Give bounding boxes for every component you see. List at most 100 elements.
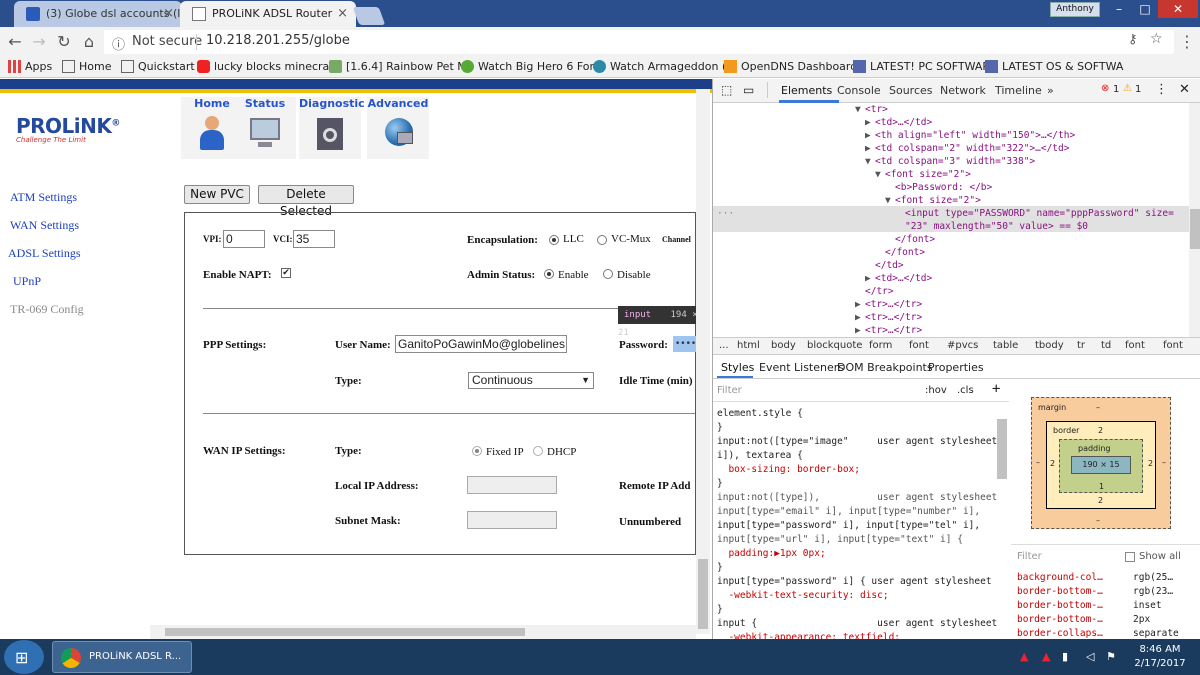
tab-console[interactable]: Console [837, 84, 881, 97]
page-horizontal-scroll-thumb[interactable] [165, 628, 525, 636]
clock[interactable]: 8:46 AM 2/17/2017 [1130, 643, 1190, 671]
css-declaration[interactable]: padding:▶1px 0px; [717, 547, 825, 560]
disclosure-triangle-icon[interactable]: ▶ [855, 324, 865, 337]
fixed-ip-radio[interactable] [472, 446, 482, 456]
tab-styles[interactable]: Styles [721, 361, 754, 374]
bookmark-os-software[interactable]: LATEST OS & SOFTWA [985, 59, 1123, 75]
dom-node-line[interactable]: </font> [885, 233, 935, 246]
close-icon[interactable]: ✕ [1179, 82, 1190, 97]
dom-node-line[interactable]: ▶ <tr>…</tr> [855, 298, 922, 311]
css-declaration[interactable]: box-sizing: border-box; [717, 463, 860, 476]
bookmark-rainbow-pet[interactable]: [1.6.4] Rainbow Pet M [329, 59, 467, 75]
ellipsis-icon[interactable]: ··· [717, 208, 734, 219]
close-window-button[interactable]: ✕ [1158, 0, 1198, 18]
bookmark-big-hero[interactable]: Watch Big Hero 6 For [461, 59, 594, 75]
cls-toggle[interactable]: .cls [957, 385, 974, 396]
tab-event-listeners[interactable]: Event Listeners [759, 361, 844, 374]
tray-icon[interactable]: ▲ [1020, 650, 1028, 663]
breadcrumb-item[interactable]: html [737, 340, 760, 351]
disable-radio[interactable] [603, 269, 613, 279]
computed-style-row[interactable]: background-col… rgb(25… [1017, 571, 1173, 584]
dom-node-line[interactable]: ▶ <td colspan="2" width="322">…</td> [865, 142, 1069, 155]
forward-icon[interactable]: → [28, 31, 50, 53]
dom-node-line[interactable]: ▶ <tr>…</tr> [855, 324, 922, 337]
disclosure-triangle-icon[interactable]: ▶ [865, 129, 875, 142]
user-profile-button[interactable]: Anthony [1050, 2, 1100, 17]
css-declaration[interactable]: -webkit-appearance: textfield; [717, 631, 900, 639]
breadcrumb-item[interactable]: td [1101, 340, 1111, 351]
tab-properties[interactable]: Properties [928, 361, 984, 374]
dom-node-line[interactable]: ▶ <td>…</td> [865, 272, 932, 285]
bookmark-pc-software[interactable]: LATEST! PC SOFTWAR [853, 59, 990, 75]
dom-node-line[interactable]: ▼ <td colspan="3" width="338"> [865, 155, 1035, 168]
minimize-button[interactable]: – [1106, 0, 1132, 18]
computed-style-row[interactable]: border-bottom-… 2px [1017, 613, 1150, 626]
elements-scroll-thumb[interactable] [1190, 209, 1200, 249]
nav-status[interactable]: Status [234, 97, 296, 159]
sidebar-item-atm-settings[interactable]: ATM Settings [10, 190, 77, 205]
tab-prolink-router[interactable]: PROLiNK ADSL Router × [180, 1, 356, 27]
page-vertical-scroll-thumb[interactable] [698, 559, 708, 629]
device-icon[interactable]: ▭ [743, 83, 754, 97]
computed-filter-input[interactable]: Filter [1017, 551, 1042, 562]
disclosure-triangle-icon[interactable]: ▶ [865, 142, 875, 155]
breadcrumb-item[interactable]: ... [719, 340, 729, 351]
dom-node-line[interactable]: ▼ <font size="2"> [875, 168, 971, 181]
breadcrumb-item[interactable]: table [993, 340, 1018, 351]
local-ip-input[interactable] [467, 476, 557, 494]
sidebar-item-adsl-settings[interactable]: ADSL Settings [8, 246, 81, 261]
nav-diagnostic[interactable]: Diagnostic [299, 97, 365, 159]
breadcrumb-item[interactable]: font [1163, 340, 1183, 351]
dom-node-line[interactable]: ▶ <th align="left" width="150">…</th> [865, 129, 1075, 142]
home-icon[interactable]: ⌂ [78, 31, 100, 53]
disclosure-triangle-icon[interactable]: ▶ [865, 272, 875, 285]
sidebar-item-wan-settings[interactable]: WAN Settings [10, 218, 79, 233]
inspect-icon[interactable]: ⬚ [721, 83, 732, 97]
dom-node-line[interactable]: </td> [865, 259, 904, 272]
add-rule-icon[interactable]: + [992, 381, 1000, 397]
bookmark-opendns[interactable]: OpenDNS Dashboard [724, 59, 857, 75]
vpi-input[interactable]: 0 [223, 230, 265, 248]
breadcrumb-item[interactable]: tr [1077, 340, 1085, 351]
close-icon[interactable]: × [163, 1, 174, 27]
delete-selected-button[interactable]: Delete Selected [258, 185, 354, 218]
css-declaration[interactable]: -webkit-text-security: disc; [717, 589, 888, 602]
back-icon[interactable]: ← [4, 31, 26, 53]
tab-dom-breakpoints[interactable]: DOM Breakpoints [837, 361, 933, 374]
llc-radio[interactable] [549, 235, 559, 245]
start-button[interactable]: ⊞ [4, 640, 44, 674]
breadcrumb-item[interactable]: body [771, 340, 796, 351]
show-all-checkbox[interactable] [1125, 552, 1135, 562]
subnet-mask-input[interactable] [467, 511, 557, 529]
dom-node-line[interactable]: ▶ <td>…</td> [865, 116, 932, 129]
vcmux-radio[interactable] [597, 235, 607, 245]
disclosure-triangle-icon[interactable]: ▶ [855, 311, 865, 324]
dom-node-line[interactable]: ▼ <tr> [855, 103, 888, 116]
styles-filter-input[interactable]: Filter [717, 385, 742, 396]
breadcrumb-item[interactable]: form [869, 340, 892, 351]
reload-icon[interactable]: ↻ [53, 31, 75, 53]
volume-icon[interactable]: ◁ [1086, 650, 1094, 663]
tab-network[interactable]: Network [940, 84, 986, 97]
breadcrumb-item[interactable]: #pvcs [947, 340, 978, 351]
hov-toggle[interactable]: :hov [925, 385, 947, 396]
maximize-button[interactable]: □ [1132, 0, 1158, 18]
bookmark-lucky-blocks[interactable]: lucky blocks minecraf [197, 59, 333, 75]
bookmark-quickstart[interactable]: Quickstart [121, 59, 195, 75]
breadcrumb-item[interactable]: font [1125, 340, 1145, 351]
disclosure-triangle-icon[interactable]: ▼ [875, 168, 885, 181]
info-icon[interactable]: ⓘ [112, 34, 125, 53]
settings-menu-icon[interactable]: ⋮ [1155, 82, 1168, 97]
taskbar-chrome-app[interactable]: PROLiNK ADSL R... [52, 641, 192, 673]
bookmark-home[interactable]: Home [62, 59, 111, 75]
disclosure-triangle-icon[interactable]: ▼ [885, 194, 895, 207]
dhcp-radio[interactable] [533, 446, 543, 456]
tab-sources[interactable]: Sources [889, 84, 933, 97]
breadcrumb-item[interactable]: blockquote [807, 340, 862, 351]
dom-node-line[interactable]: <b>Password: </b> [885, 181, 992, 194]
star-icon[interactable]: ☆ [1150, 31, 1163, 47]
computed-style-row[interactable]: border-bottom-… inset [1017, 599, 1162, 612]
computed-style-row[interactable]: border-bottom-… rgb(23… [1017, 585, 1173, 598]
enable-napt-checkbox[interactable]: ✔ [281, 268, 291, 278]
menu-icon[interactable]: ⋮ [1176, 31, 1198, 53]
